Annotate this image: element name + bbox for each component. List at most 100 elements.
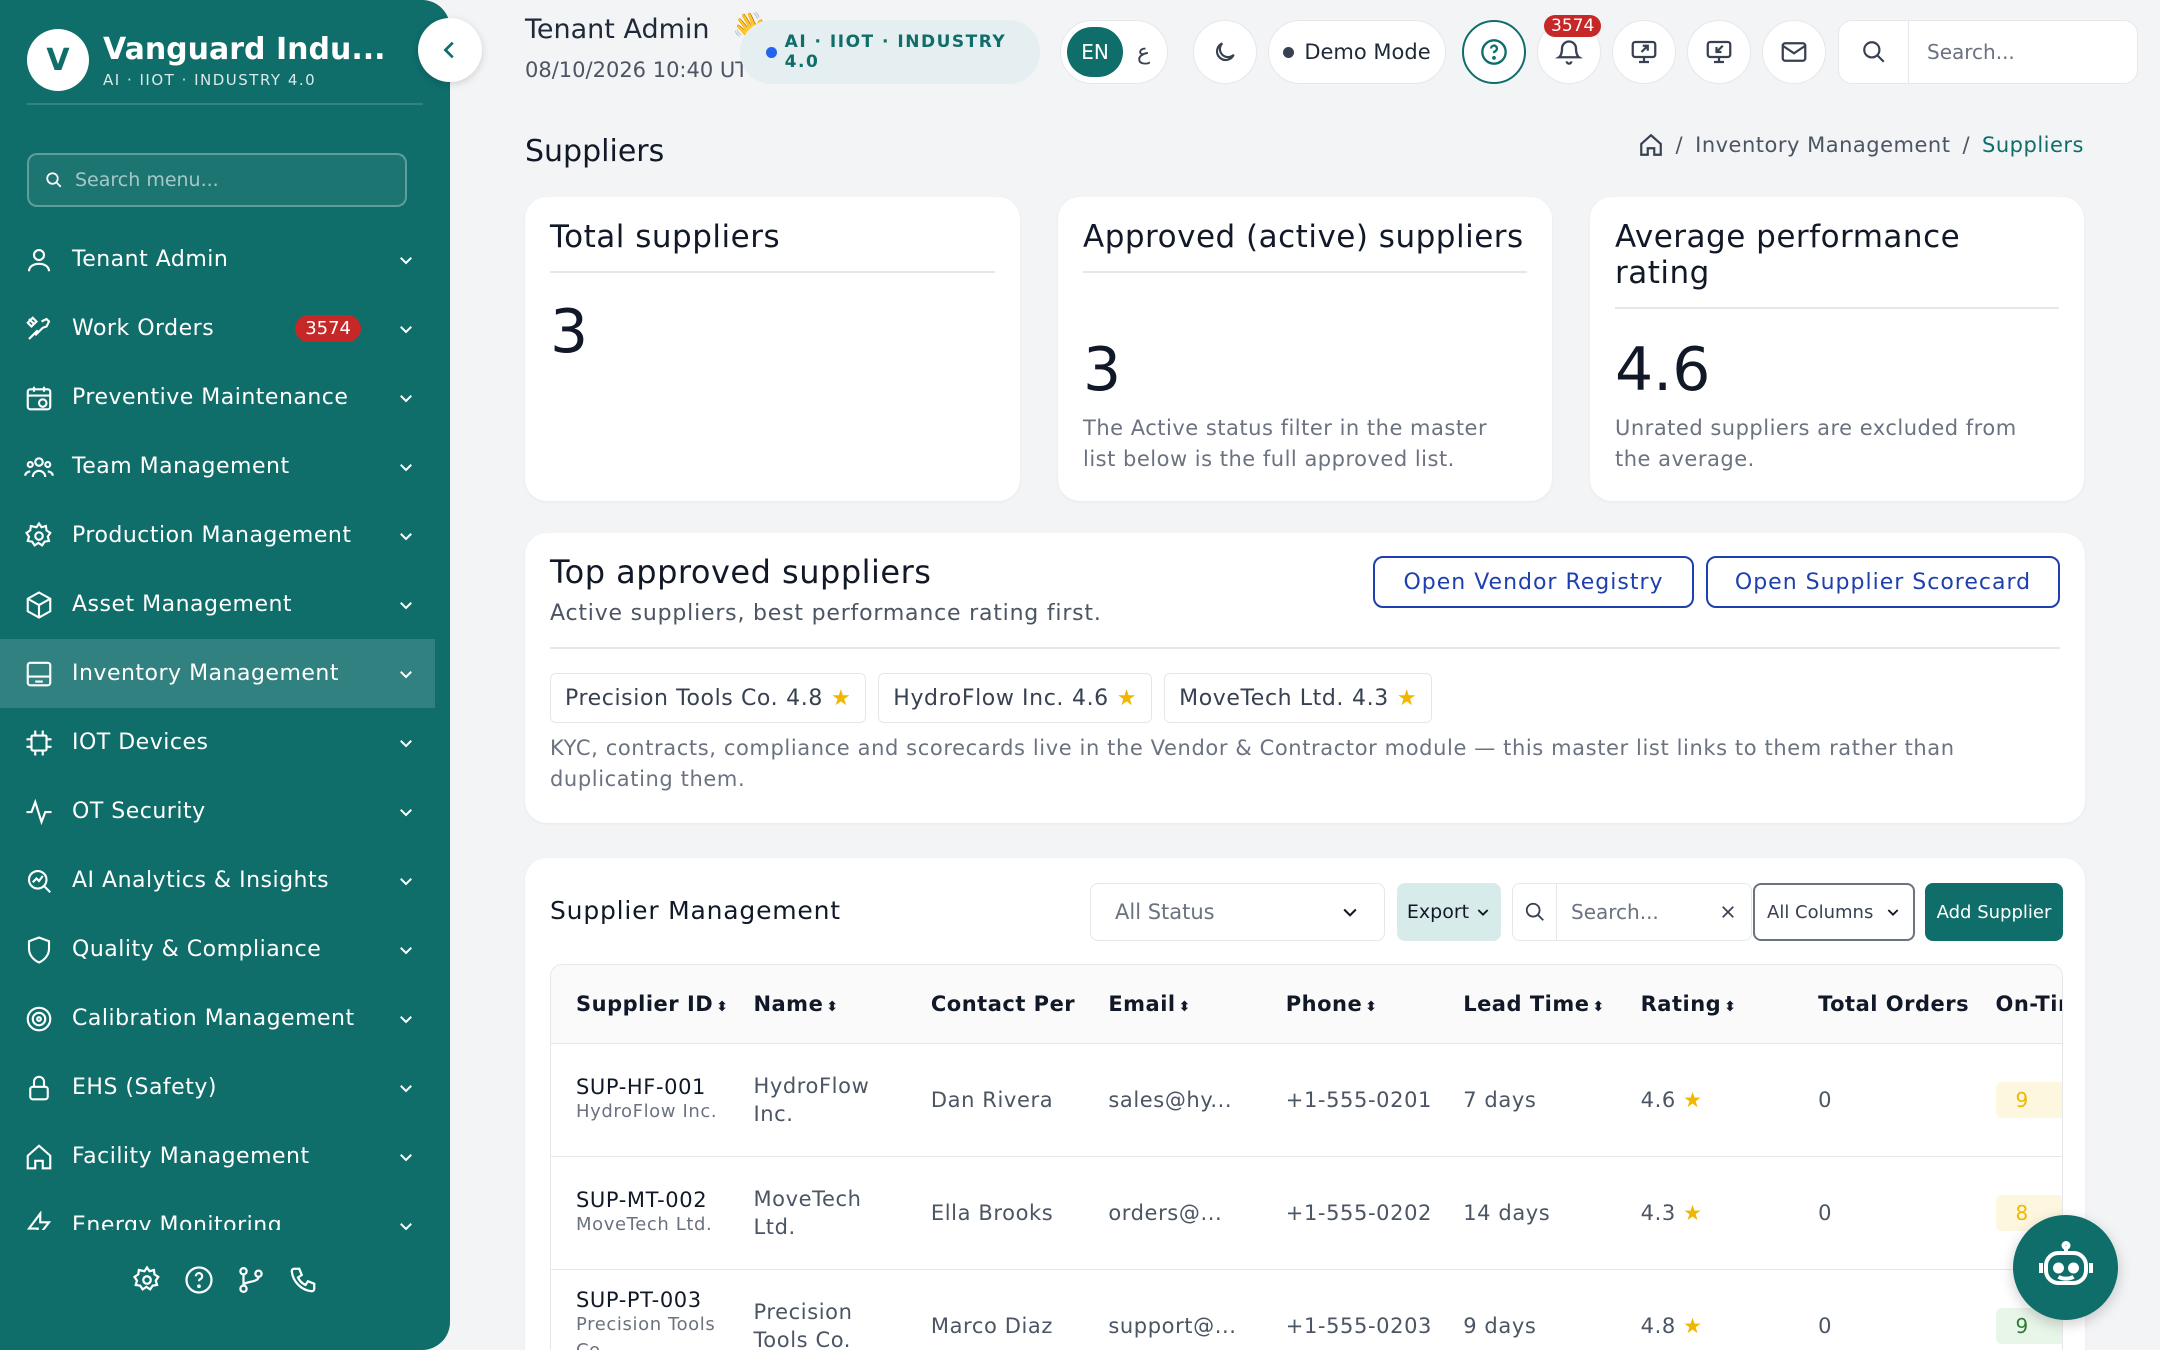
- lang-en-button[interactable]: EN: [1067, 27, 1123, 77]
- cell-rating: 4.8 ★: [1615, 1269, 1794, 1350]
- cell-rating: 4.3 ★: [1615, 1156, 1794, 1270]
- git-branch-icon[interactable]: [236, 1265, 266, 1295]
- sidebar-item-asset-management[interactable]: Asset Management: [0, 570, 435, 639]
- sidebar-item-label: OT Security: [72, 799, 206, 824]
- sort-icon: ⬍: [1592, 998, 1605, 1015]
- sidebar-item-energy-monitoring[interactable]: Energy Monitoring: [0, 1191, 435, 1230]
- column-header[interactable]: Phone ⬍: [1260, 965, 1439, 1044]
- status-filter-select[interactable]: All Status: [1090, 883, 1385, 941]
- top-suppliers-subtitle: Active suppliers, best performance ratin…: [550, 601, 1102, 626]
- home-icon[interactable]: [1638, 132, 1664, 158]
- sidebar-item-quality-compliance[interactable]: Quality & Compliance: [0, 915, 435, 984]
- table-search-input[interactable]: Search...: [1512, 883, 1752, 941]
- columns-filter-select[interactable]: All Columns: [1753, 883, 1915, 941]
- lang-ar-button[interactable]: ع: [1137, 40, 1150, 65]
- theme-toggle-button[interactable]: [1193, 20, 1257, 84]
- chatbot-button[interactable]: [2013, 1215, 2118, 1320]
- table-row[interactable]: SUP-MT-002 MoveTech Ltd. MoveTech Ltd. Ella…: [551, 1156, 2062, 1270]
- table-header-row: Supplier ID ⬍ Name ⬍ Contact Per Email ⬍ Phone ⬍…: [551, 965, 2062, 1044]
- sidebar-item-label: Inventory Management: [72, 661, 339, 686]
- star-icon: ★: [1396, 685, 1418, 711]
- add-supplier-button[interactable]: Add Supplier: [1925, 883, 2063, 941]
- rating-value: 4.8: [1640, 1313, 1676, 1338]
- table-row[interactable]: SUP-HF-001 HydroFlow Inc. HydroFlow Inc. Da…: [551, 1043, 2062, 1157]
- sidebar-item-iot-devices[interactable]: IOT Devices: [0, 708, 435, 777]
- chevron-down-icon: [1477, 909, 1489, 916]
- box-icon: [26, 590, 52, 619]
- sidebar-item-label: Team Management: [72, 454, 290, 479]
- stat-title: Total suppliers: [550, 219, 995, 273]
- cell-email: sales@hy...: [1083, 1043, 1261, 1157]
- tools-icon: [26, 315, 51, 340]
- sidebar-item-inventory-management[interactable]: Inventory Management: [0, 639, 435, 708]
- column-header[interactable]: Email ⬍: [1083, 965, 1261, 1044]
- cell-total-orders: 0: [1793, 1156, 1971, 1270]
- table-row[interactable]: SUP-PT-003 Precision Tools Co. Precision T…: [551, 1269, 2062, 1350]
- column-header[interactable]: Total Orders: [1793, 965, 1971, 1044]
- chevron-left-icon: [443, 41, 454, 59]
- stat-card-average-rating: Average performance rating 4.6 Unrated s…: [1590, 197, 2084, 501]
- screen-import-button[interactable]: [1687, 20, 1751, 84]
- column-header[interactable]: On-Tir: [1970, 965, 2062, 1044]
- sidebar-item-label: Calibration Management: [72, 1006, 355, 1031]
- supplier-id-sub: MoveTech Ltd.: [576, 1213, 713, 1235]
- language-switcher[interactable]: EN ع: [1060, 20, 1168, 84]
- open-vendor-registry-button[interactable]: Open Vendor Registry: [1373, 556, 1694, 608]
- demo-mode-label: Demo Mode: [1304, 40, 1431, 64]
- phone-icon[interactable]: [288, 1265, 318, 1295]
- sidebar-collapse-button[interactable]: [418, 18, 482, 82]
- column-header[interactable]: Name ⬍: [728, 965, 906, 1044]
- supplier-id[interactable]: SUP-MT-002: [576, 1188, 728, 1212]
- demo-mode-toggle[interactable]: Demo Mode: [1268, 20, 1446, 84]
- cell-phone: +1-555-0202: [1260, 1156, 1439, 1270]
- notifications-button[interactable]: 3574: [1537, 15, 1602, 84]
- settings-icon[interactable]: [132, 1265, 162, 1295]
- supplier-id-sub: Precision Tools Co.: [576, 1313, 716, 1350]
- supplier-id[interactable]: SUP-PT-003: [576, 1288, 728, 1312]
- table-body: SUP-HF-001 HydroFlow Inc. HydroFlow Inc. Da…: [551, 1043, 2062, 1350]
- export-button[interactable]: Export: [1397, 883, 1501, 941]
- breadcrumb-parent[interactable]: Inventory Management: [1695, 133, 1950, 157]
- supplier-management-title: Supplier Management: [550, 896, 841, 925]
- chevron-down-icon: [400, 1084, 412, 1092]
- export-label: Export: [1406, 901, 1470, 923]
- sidebar-item-ai-analytics-insights[interactable]: AI Analytics & Insights: [0, 846, 435, 915]
- screen-share-button[interactable]: [1612, 20, 1676, 84]
- top-supplier-chip[interactable]: Precision Tools Co. 4.8 ★: [550, 673, 867, 723]
- sidebar-item-calibration-management[interactable]: Calibration Management: [0, 984, 435, 1053]
- sidebar-item-ehs-safety[interactable]: EHS (Safety): [0, 1053, 435, 1122]
- global-search-input[interactable]: Search...: [1838, 20, 2138, 84]
- top-supplier-chip[interactable]: MoveTech Ltd. 4.3 ★: [1164, 673, 1433, 723]
- bell-icon: [1555, 40, 1583, 65]
- stat-note: Unrated suppliers are excluded from the …: [1615, 416, 2017, 471]
- clear-icon[interactable]: [1719, 903, 1737, 921]
- column-header[interactable]: Rating ⬍: [1615, 965, 1794, 1044]
- column-header[interactable]: Contact Per: [905, 965, 1084, 1044]
- supplier-id[interactable]: SUP-HF-001: [576, 1075, 728, 1099]
- robot-icon: [2038, 1240, 2093, 1285]
- sidebar-item-tenant-admin[interactable]: Tenant Admin: [0, 225, 435, 294]
- menu-search-input[interactable]: Search menu...: [27, 153, 407, 207]
- search-icon: [1525, 902, 1544, 921]
- sidebar-item-preventive-maintenance[interactable]: Preventive Maintenance: [0, 363, 435, 432]
- messages-button[interactable]: [1762, 20, 1826, 84]
- cell-lead-time: 9 days: [1438, 1269, 1616, 1350]
- sidebar-item-production-management[interactable]: Production Management: [0, 501, 435, 570]
- open-supplier-scorecard-button[interactable]: Open Supplier Scorecard: [1706, 556, 2060, 608]
- chevron-down-icon: [400, 325, 412, 333]
- help-button[interactable]: [1462, 20, 1526, 84]
- sidebar-item-facility-management[interactable]: Facility Management: [0, 1122, 435, 1191]
- sort-icon: ⬍: [826, 998, 839, 1015]
- column-header[interactable]: Supplier ID ⬍: [551, 965, 729, 1044]
- brand[interactable]: V Vanguard Indu... AI · IIOT · INDUSTRY …: [27, 20, 427, 100]
- column-header-label: Name: [753, 991, 824, 1016]
- brand-tagline: AI · IIOT · INDUSTRY 4.0: [103, 70, 317, 89]
- sidebar-item-ot-security[interactable]: OT Security: [0, 777, 435, 846]
- column-header[interactable]: Lead Time ⬍: [1438, 965, 1616, 1044]
- sidebar-item-team-management[interactable]: Team Management: [0, 432, 435, 501]
- top-supplier-chip[interactable]: HydroFlow Inc. 4.6 ★: [878, 673, 1153, 723]
- sidebar-item-work-orders[interactable]: Work Orders 3574: [0, 294, 435, 363]
- help-icon[interactable]: [184, 1265, 214, 1295]
- cell-total-orders: 0: [1793, 1043, 1971, 1157]
- sidebar-item-label: Production Management: [72, 523, 352, 548]
